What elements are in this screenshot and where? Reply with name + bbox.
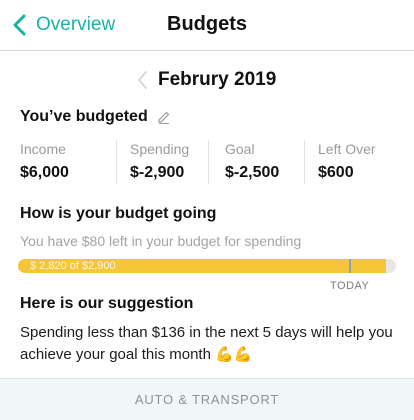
flexed-biceps-icon: 💪💪	[215, 346, 253, 363]
stat-divider	[208, 140, 209, 184]
stat-label: Left Over	[318, 141, 376, 157]
stat-value: $-2,500	[225, 164, 280, 181]
pencil-icon[interactable]	[157, 110, 171, 124]
budget-stats: Income $6,000 Spending $-2,900 Goal $-2,…	[18, 138, 398, 186]
budget-status-subtext: You have $80 left in your budget for spe…	[20, 233, 302, 249]
today-label: TODAY	[330, 280, 370, 292]
stat-label: Goal	[225, 141, 255, 157]
category-bar[interactable]: AUTO & TRANSPORT	[0, 378, 414, 420]
stat-value: $600	[318, 164, 354, 181]
category-label: AUTO & TRANSPORT	[134, 392, 280, 407]
stat-value: $6,000	[20, 164, 69, 181]
stat-label: Income	[20, 141, 66, 157]
stat-divider	[116, 140, 117, 184]
suggestion-heading: Here is our suggestion	[20, 295, 194, 312]
stat-divider	[304, 140, 305, 184]
stat-value: $-2,900	[130, 164, 185, 181]
nav-divider	[0, 50, 414, 51]
stat-label: Spending	[130, 141, 190, 157]
today-marker	[349, 259, 351, 273]
month-selector: Februry 2019	[0, 66, 414, 96]
budgets-screen: Overview Budgets Februry 2019 You’ve bud…	[0, 0, 414, 420]
budget-progress-label: $ 2,820 of $2,900	[30, 260, 116, 272]
chevron-left-icon[interactable]	[134, 69, 152, 91]
suggestion-body: Spending less than $136 in the next 5 da…	[20, 324, 393, 363]
page-title: Budgets	[167, 13, 247, 35]
budgeted-heading: You’ve budgeted	[20, 108, 148, 125]
month-label: Februry 2019	[158, 69, 277, 90]
suggestion-text: Spending less than $136 in the next 5 da…	[20, 322, 400, 366]
budget-progress-bar: $ 2,820 of $2,900	[18, 259, 396, 273]
budget-status-heading: How is your budget going	[20, 205, 217, 222]
navigation-bar: Overview Budgets	[0, 0, 414, 50]
